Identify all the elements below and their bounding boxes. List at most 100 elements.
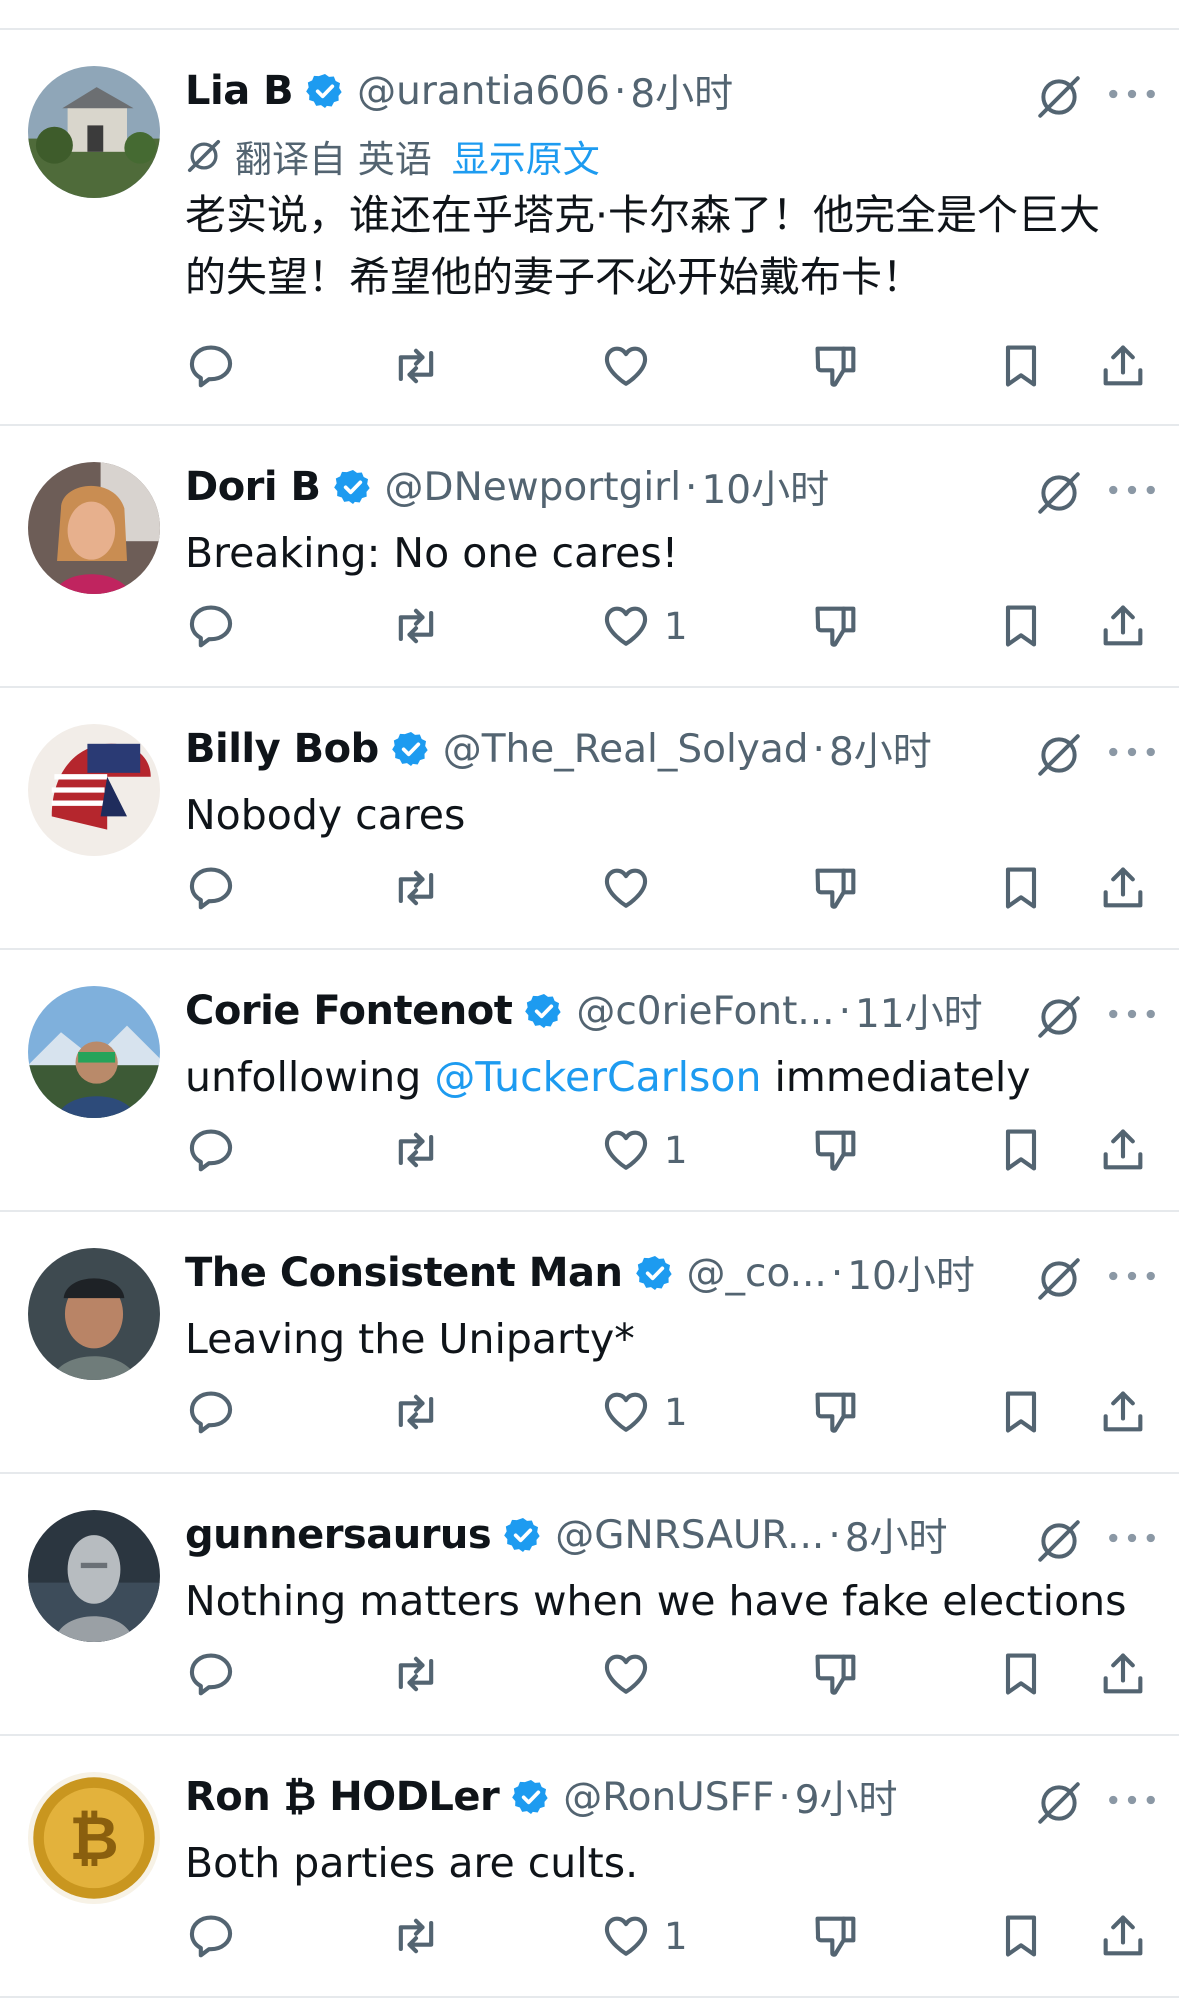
- tweet[interactable]: gunnersaurus @GNRSAUR... · 8小时 Nothing matte…: [0, 1474, 1179, 1736]
- share-icon: [1103, 1653, 1143, 1694]
- show-original-link[interactable]: 显示原文: [452, 129, 600, 183]
- like-button[interactable]: [600, 1644, 664, 1704]
- reply-button[interactable]: [185, 858, 237, 918]
- bookmark-button[interactable]: [995, 596, 1047, 656]
- like-button[interactable]: 1: [600, 1120, 688, 1180]
- more-icon[interactable]: [1107, 1256, 1157, 1296]
- dislike-button[interactable]: [810, 1906, 862, 1966]
- retweet-button[interactable]: [390, 1644, 442, 1704]
- dislike-button[interactable]: [810, 596, 862, 656]
- author-handle[interactable]: @urantia606: [357, 69, 610, 114]
- author-name[interactable]: Ron ₿ HODLer: [185, 1774, 500, 1820]
- reply-button[interactable]: [185, 336, 237, 396]
- tweet[interactable]: Lia B @urantia606 · 8小时 翻译自 英语 显示原文 老实说，谁还在乎塔克…: [0, 30, 1179, 426]
- bookmark-button[interactable]: [995, 1906, 1047, 1966]
- tweet[interactable]: ₿ Ron ₿ HODLer @RonUSFF · 9小时 Both parties ar…: [0, 1736, 1179, 1998]
- author-handle[interactable]: @_co...: [687, 1251, 827, 1296]
- dislike-button[interactable]: [810, 1120, 862, 1180]
- avatar[interactable]: ₿: [28, 1772, 160, 1904]
- avatar-image: [28, 724, 160, 856]
- timestamp[interactable]: 9小时: [795, 1769, 898, 1825]
- bookmark-button[interactable]: [995, 1120, 1047, 1180]
- tweet[interactable]: Dori B @DNewportgirl · 10小时 Breaking: No one…: [0, 426, 1179, 688]
- avatar[interactable]: [28, 462, 160, 594]
- grok-icon[interactable]: [1034, 1516, 1084, 1566]
- more-icon[interactable]: [1107, 74, 1157, 114]
- share-button[interactable]: [1097, 1644, 1149, 1704]
- avatar[interactable]: [28, 66, 160, 198]
- grok-icon[interactable]: [1034, 468, 1084, 518]
- more-icon[interactable]: [1107, 732, 1157, 772]
- bookmark-button[interactable]: [995, 1382, 1047, 1442]
- mention-link[interactable]: @TuckerCarlson: [434, 1053, 761, 1101]
- share-button[interactable]: [1097, 1906, 1149, 1966]
- tweet-content: Dori B @DNewportgirl · 10小时 Breaking: No one…: [185, 452, 1139, 584]
- share-button[interactable]: [1097, 858, 1149, 918]
- retweet-button[interactable]: [390, 336, 442, 396]
- more-icon[interactable]: [1107, 1518, 1157, 1558]
- dislike-button[interactable]: [810, 1382, 862, 1442]
- timestamp[interactable]: 8小时: [630, 63, 733, 119]
- retweet-button[interactable]: [390, 596, 442, 656]
- timestamp[interactable]: 10小时: [701, 459, 829, 515]
- author-name[interactable]: The Consistent Man: [185, 1250, 623, 1296]
- grok-icon[interactable]: [1034, 72, 1084, 122]
- reply-button[interactable]: [185, 1906, 237, 1966]
- author-handle[interactable]: @The_Real_Solyad: [443, 727, 809, 772]
- like-button[interactable]: 1: [600, 596, 688, 656]
- dislike-button[interactable]: [810, 336, 862, 396]
- like-button[interactable]: [600, 336, 664, 396]
- dislike-button[interactable]: [810, 1644, 862, 1704]
- author-handle[interactable]: @c0rieFont...: [576, 989, 834, 1034]
- more-icon[interactable]: [1107, 1780, 1157, 1820]
- retweet-button[interactable]: [390, 1382, 442, 1442]
- author-handle[interactable]: @GNRSAUR...: [555, 1513, 824, 1558]
- retweet-button[interactable]: [390, 858, 442, 918]
- timestamp[interactable]: 8小时: [829, 721, 932, 777]
- share-button[interactable]: [1097, 1382, 1149, 1442]
- timestamp[interactable]: 11小时: [855, 983, 983, 1039]
- reply-button[interactable]: [185, 1120, 237, 1180]
- like-button[interactable]: 1: [600, 1906, 688, 1966]
- bookmark-button[interactable]: [995, 858, 1047, 918]
- dislike-button[interactable]: [810, 858, 862, 918]
- avatar[interactable]: [28, 1248, 160, 1380]
- tweet[interactable]: The Consistent Man @_co... · 10小时 Leaving th…: [0, 1212, 1179, 1474]
- share-button[interactable]: [1097, 596, 1149, 656]
- share-button[interactable]: [1097, 1120, 1149, 1180]
- more-icon[interactable]: [1107, 994, 1157, 1034]
- grok-icon[interactable]: [1034, 992, 1084, 1042]
- author-name[interactable]: gunnersaurus: [185, 1512, 492, 1558]
- timestamp[interactable]: 10小时: [847, 1245, 975, 1301]
- reply-button[interactable]: [185, 596, 237, 656]
- like-button[interactable]: [600, 858, 664, 918]
- bookmark-button[interactable]: [995, 336, 1047, 396]
- retweet-button[interactable]: [390, 1906, 442, 1966]
- avatar[interactable]: [28, 986, 160, 1118]
- author-handle[interactable]: @RonUSFF: [563, 1775, 774, 1820]
- like-button[interactable]: 1: [600, 1382, 688, 1442]
- author-name[interactable]: Dori B: [185, 464, 321, 510]
- verified-badge-icon: [391, 732, 428, 766]
- author-name[interactable]: Billy Bob: [185, 726, 379, 772]
- tweet[interactable]: Corie Fontenot @c0rieFont... · 11小时 unfollow…: [0, 950, 1179, 1212]
- avatar[interactable]: [28, 724, 160, 856]
- grok-icon[interactable]: [1034, 730, 1084, 780]
- author-handle[interactable]: @DNewportgirl: [385, 465, 682, 510]
- grok-icon[interactable]: [1034, 1778, 1084, 1828]
- author-name[interactable]: Lia B: [185, 68, 294, 114]
- tweet[interactable]: Billy Bob @The_Real_Solyad · 8小时 Nobody care…: [0, 688, 1179, 950]
- share-icon: [1103, 1391, 1143, 1432]
- avatar[interactable]: [28, 1510, 160, 1642]
- bookmark-button[interactable]: [995, 1644, 1047, 1704]
- more-icon[interactable]: [1107, 470, 1157, 510]
- reply-button[interactable]: [185, 1644, 237, 1704]
- grok-icon[interactable]: [1034, 1254, 1084, 1304]
- separator-dot: ·: [830, 1250, 844, 1296]
- timestamp[interactable]: 8小时: [845, 1507, 948, 1563]
- author-name[interactable]: Corie Fontenot: [185, 988, 513, 1034]
- action-bar: 1: [185, 1120, 1159, 1180]
- reply-button[interactable]: [185, 1382, 237, 1442]
- share-button[interactable]: [1097, 336, 1149, 396]
- retweet-button[interactable]: [390, 1120, 442, 1180]
